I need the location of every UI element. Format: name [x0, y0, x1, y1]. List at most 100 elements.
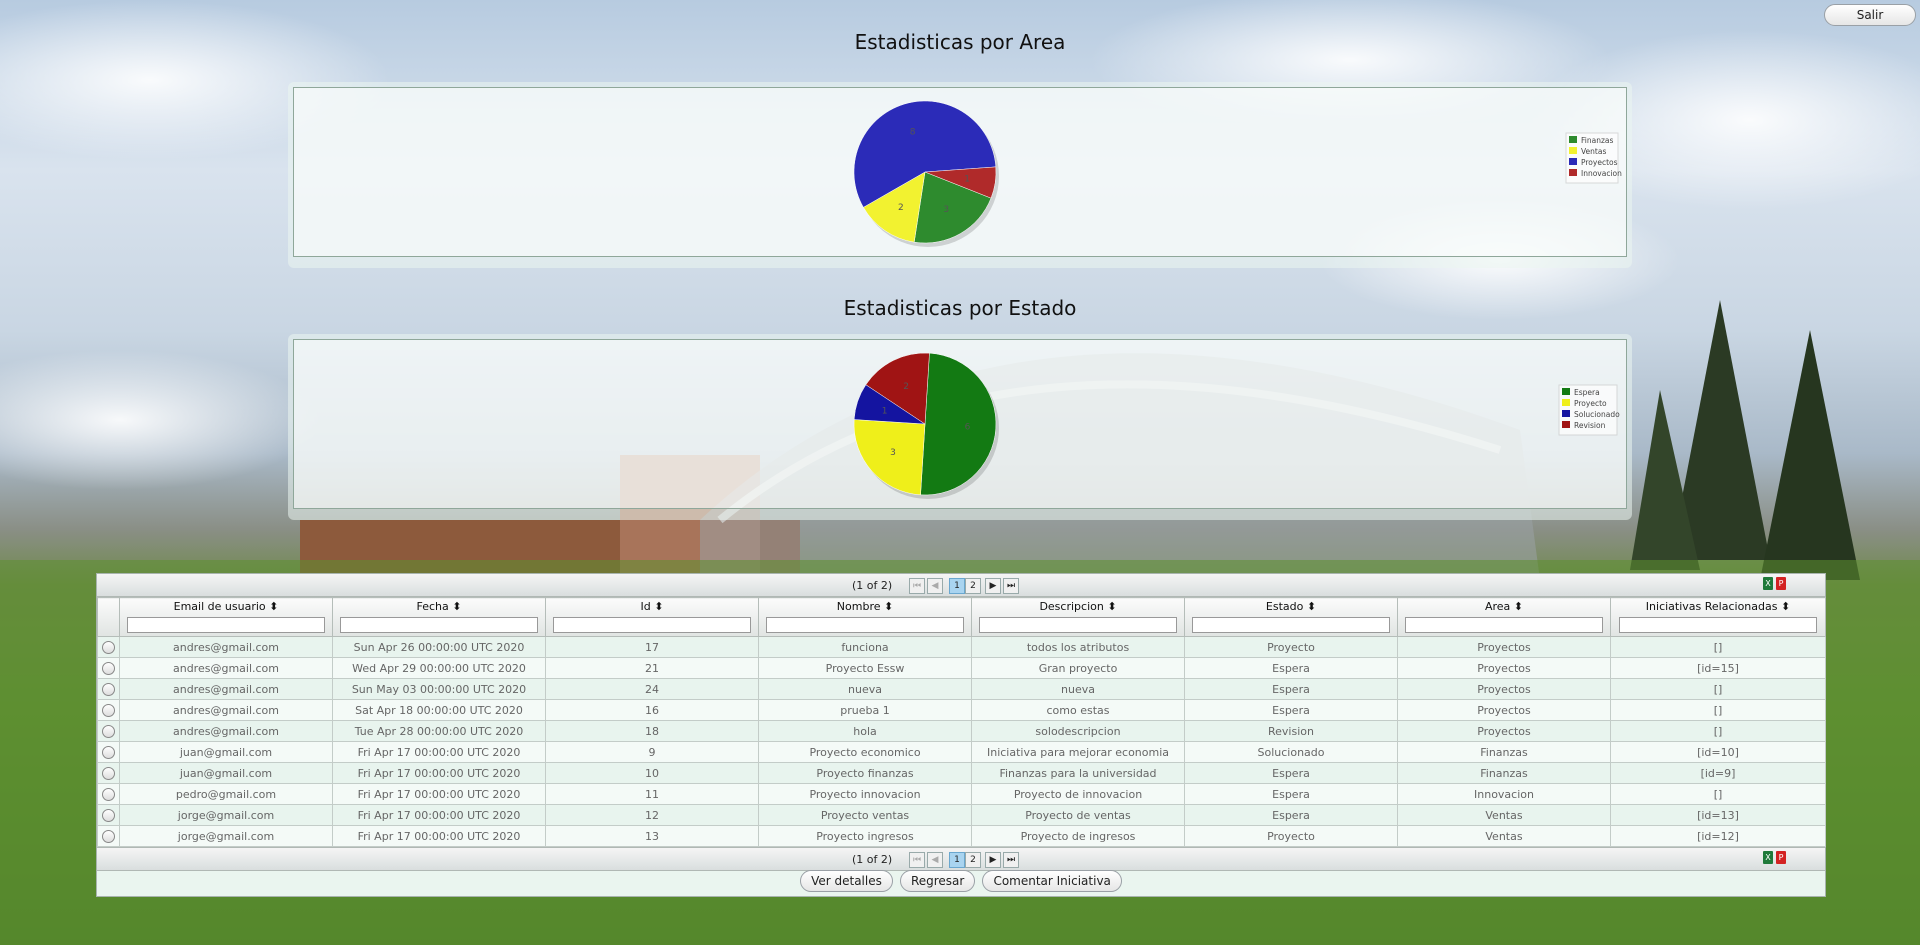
- area-chart-plot: 3 2 8 1 Finanzas Ventas Proyectos Innovacion: [293, 87, 1627, 257]
- first-page-button-bottom[interactable]: ⏮: [909, 852, 925, 868]
- table-row[interactable]: andres@gmail.com Sun Apr 26 00:00:00 UTC …: [97, 636, 1826, 658]
- column-header-nombre[interactable]: Nombre ⬍: [758, 597, 972, 637]
- last-page-button[interactable]: ⏭: [1003, 578, 1019, 594]
- pdf-export-icon[interactable]: P: [1776, 577, 1786, 590]
- column-header-email[interactable]: Email de usuario ⬍: [119, 597, 333, 637]
- cell-fecha: Fri Apr 17 00:00:00 UTC 2020: [332, 762, 546, 784]
- area-pie-chart: 3 2 8 1 Finanzas Ventas Proyectos Innovacion: [853, 100, 1622, 247]
- cell-fecha: Tue Apr 28 00:00:00 UTC 2020: [332, 720, 546, 742]
- legend-swatch-innovacion: [1569, 169, 1577, 176]
- cell-descripcion: Proyecto de innovacion: [971, 783, 1185, 805]
- table-row[interactable]: andres@gmail.com Tue Apr 28 00:00:00 UTC …: [97, 720, 1826, 742]
- column-header-fecha[interactable]: Fecha ⬍: [332, 597, 546, 637]
- paginator-top: (1 of 2) ⏮ ◀ 1 2 ▶ ⏭ X P: [97, 574, 1825, 597]
- row-select-cell[interactable]: [97, 762, 120, 784]
- filter-id-input[interactable]: [553, 617, 751, 633]
- table-row[interactable]: pedro@gmail.com Fri Apr 17 00:00:00 UTC 2…: [97, 783, 1826, 805]
- row-select-cell[interactable]: [97, 678, 120, 700]
- row-radio-button[interactable]: [102, 682, 115, 696]
- legend-swatch-ventas: [1569, 147, 1577, 154]
- table-row[interactable]: andres@gmail.com Sat Apr 18 00:00:00 UTC …: [97, 699, 1826, 721]
- cell-id: 18: [545, 720, 759, 742]
- filter-fecha-input[interactable]: [340, 617, 538, 633]
- filter-descripcion-input[interactable]: [979, 617, 1177, 633]
- prev-page-button-bottom[interactable]: ◀: [927, 852, 943, 868]
- cell-estado: Solucionado: [1184, 741, 1398, 763]
- filter-estado-input[interactable]: [1192, 617, 1390, 633]
- row-radio-button[interactable]: [102, 766, 115, 780]
- row-select-cell[interactable]: [97, 741, 120, 763]
- cell-nombre: Proyecto economico: [758, 741, 972, 763]
- page-2-button-bottom[interactable]: 2: [965, 852, 981, 868]
- row-radio-button[interactable]: [102, 661, 115, 675]
- first-page-button[interactable]: ⏮: [909, 578, 925, 594]
- cell-descripcion: solodescripcion: [971, 720, 1185, 742]
- table-row[interactable]: juan@gmail.com Fri Apr 17 00:00:00 UTC 20…: [97, 762, 1826, 784]
- row-radio-button[interactable]: [102, 724, 115, 738]
- column-header-id[interactable]: Id ⬍: [545, 597, 759, 637]
- table-row[interactable]: andres@gmail.com Wed Apr 29 00:00:00 UTC …: [97, 657, 1826, 679]
- estado-chart-panel: 6 3 1 2 Espera Proyecto Solucionado Revision: [288, 334, 1632, 520]
- filter-area-input[interactable]: [1405, 617, 1603, 633]
- iniciativas-table: (1 of 2) ⏮ ◀ 1 2 ▶ ⏭ X P Email de usuari…: [96, 573, 1826, 897]
- filter-nombre-input[interactable]: [766, 617, 964, 633]
- row-select-cell[interactable]: [97, 804, 120, 826]
- prev-page-button[interactable]: ◀: [927, 578, 943, 594]
- cell-iniciativas: []: [1610, 699, 1826, 721]
- excel-export-icon[interactable]: X: [1763, 577, 1773, 590]
- pie-slice-espera[interactable]: [920, 352, 997, 496]
- details-button[interactable]: Ver detalles: [800, 870, 893, 892]
- row-radio-button[interactable]: [102, 829, 115, 843]
- row-radio-button[interactable]: [102, 787, 115, 801]
- page-2-button[interactable]: 2: [965, 578, 981, 594]
- filter-email-input[interactable]: [127, 617, 325, 633]
- table-row[interactable]: andres@gmail.com Sun May 03 00:00:00 UTC …: [97, 678, 1826, 700]
- cell-email: andres@gmail.com: [119, 678, 333, 700]
- paginator-count-bottom: (1 of 2): [852, 853, 893, 866]
- row-select-cell[interactable]: [97, 825, 120, 847]
- cell-fecha: Fri Apr 17 00:00:00 UTC 2020: [332, 804, 546, 826]
- table-row[interactable]: juan@gmail.com Fri Apr 17 00:00:00 UTC 20…: [97, 741, 1826, 763]
- cell-fecha: Fri Apr 17 00:00:00 UTC 2020: [332, 741, 546, 763]
- row-select-cell[interactable]: [97, 699, 120, 721]
- page-1-button[interactable]: 1: [949, 578, 965, 594]
- excel-export-icon-bottom[interactable]: X: [1763, 851, 1773, 864]
- cell-area: Proyectos: [1397, 699, 1611, 721]
- table-row[interactable]: jorge@gmail.com Fri Apr 17 00:00:00 UTC 2…: [97, 804, 1826, 826]
- page-1-button-bottom[interactable]: 1: [949, 852, 965, 868]
- cell-area: Finanzas: [1397, 762, 1611, 784]
- cell-estado: Espera: [1184, 657, 1398, 679]
- next-page-button-bottom[interactable]: ▶: [985, 852, 1001, 868]
- cell-id: 16: [545, 699, 759, 721]
- pdf-export-icon-bottom[interactable]: P: [1776, 851, 1786, 864]
- next-page-button[interactable]: ▶: [985, 578, 1001, 594]
- column-header-iniciativas[interactable]: Iniciativas Relacionadas ⬍: [1610, 597, 1826, 637]
- row-select-cell[interactable]: [97, 636, 120, 658]
- row-select-cell[interactable]: [97, 720, 120, 742]
- comment-button[interactable]: Comentar Iniciativa: [982, 870, 1122, 892]
- back-button[interactable]: Regresar: [899, 870, 976, 892]
- last-page-button-bottom[interactable]: ⏭: [1003, 852, 1019, 868]
- column-header-area[interactable]: Area ⬍: [1397, 597, 1611, 637]
- column-header-descripcion[interactable]: Descripcion ⬍: [971, 597, 1185, 637]
- row-select-cell[interactable]: [97, 783, 120, 805]
- cell-id: 12: [545, 804, 759, 826]
- cell-id: 10: [545, 762, 759, 784]
- logout-button[interactable]: Salir: [1824, 4, 1916, 26]
- cell-nombre: Proyecto ingresos: [758, 825, 972, 847]
- row-select-cell[interactable]: [97, 657, 120, 679]
- select-column-header: [97, 597, 120, 637]
- row-radio-button[interactable]: [102, 745, 115, 759]
- filter-iniciativas-input[interactable]: [1619, 617, 1817, 633]
- legend-swatch-finanzas: [1569, 136, 1577, 143]
- row-radio-button[interactable]: [102, 808, 115, 822]
- row-radio-button[interactable]: [102, 640, 115, 654]
- cell-iniciativas: [id=12]: [1610, 825, 1826, 847]
- cell-iniciativas: [id=13]: [1610, 804, 1826, 826]
- cell-email: andres@gmail.com: [119, 699, 333, 721]
- cell-fecha: Sat Apr 18 00:00:00 UTC 2020: [332, 699, 546, 721]
- column-header-estado[interactable]: Estado ⬍: [1184, 597, 1398, 637]
- legend-label-proyectos: Proyectos: [1581, 158, 1618, 167]
- row-radio-button[interactable]: [102, 703, 115, 717]
- table-row[interactable]: jorge@gmail.com Fri Apr 17 00:00:00 UTC 2…: [97, 825, 1826, 847]
